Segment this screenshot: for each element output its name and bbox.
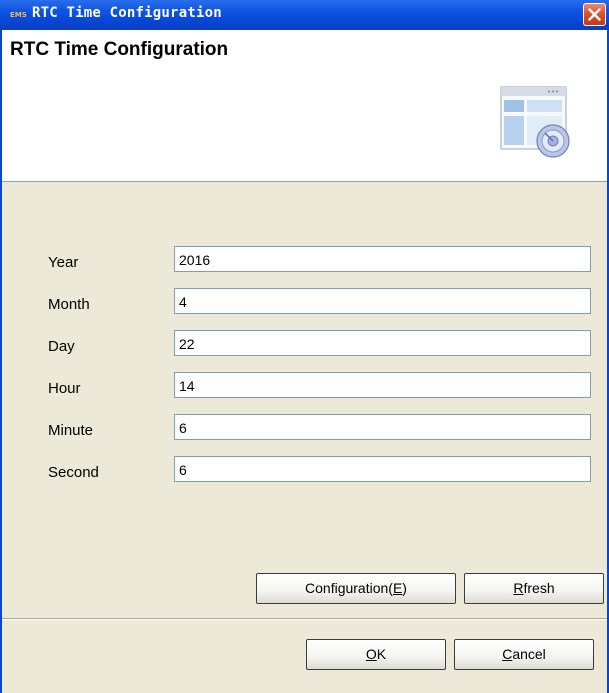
month-label: Month — [48, 296, 90, 313]
hour-input[interactable] — [174, 372, 591, 398]
year-input[interactable] — [174, 246, 591, 272]
configuration-mnemonic: E — [392, 580, 403, 596]
year-label: Year — [48, 254, 79, 271]
close-button[interactable] — [583, 3, 606, 26]
ok-button[interactable]: OK — [306, 639, 446, 670]
rtc-config-dialog: EMS RTC Time Configuration RTC Time Conf… — [0, 0, 609, 693]
refresh-mnemonic: R — [513, 580, 524, 596]
minute-input[interactable] — [174, 414, 591, 440]
page-title: RTC Time Configuration — [10, 39, 229, 60]
configuration-label-start: Configuration( — [305, 580, 393, 596]
ok-label-end: K — [376, 646, 387, 662]
day-label: Day — [48, 338, 75, 355]
configuration-button[interactable]: Configuration(E) — [256, 573, 456, 604]
cancel-button[interactable]: Cancel — [454, 639, 594, 670]
ok-mnemonic: O — [365, 646, 377, 662]
app-icon: EMS — [10, 11, 27, 19]
second-label: Second — [48, 464, 99, 481]
minute-label: Minute — [48, 422, 94, 439]
refresh-label-end: fresh — [523, 580, 555, 596]
day-input[interactable] — [174, 330, 591, 356]
clock-settings-icon — [500, 86, 570, 158]
cancel-mnemonic: C — [502, 646, 513, 662]
hour-label: Hour — [48, 380, 81, 397]
title-bar[interactable]: EMS RTC Time Configuration — [0, 0, 609, 30]
second-input[interactable] — [174, 456, 591, 482]
close-icon — [588, 8, 601, 21]
refresh-button[interactable]: Rfresh — [464, 573, 604, 604]
window-title: RTC Time Configuration — [32, 5, 222, 21]
configuration-label-end: ) — [402, 580, 407, 596]
cancel-label-end: ancel — [512, 646, 546, 662]
month-input[interactable] — [174, 288, 591, 314]
button-divider — [2, 618, 607, 620]
